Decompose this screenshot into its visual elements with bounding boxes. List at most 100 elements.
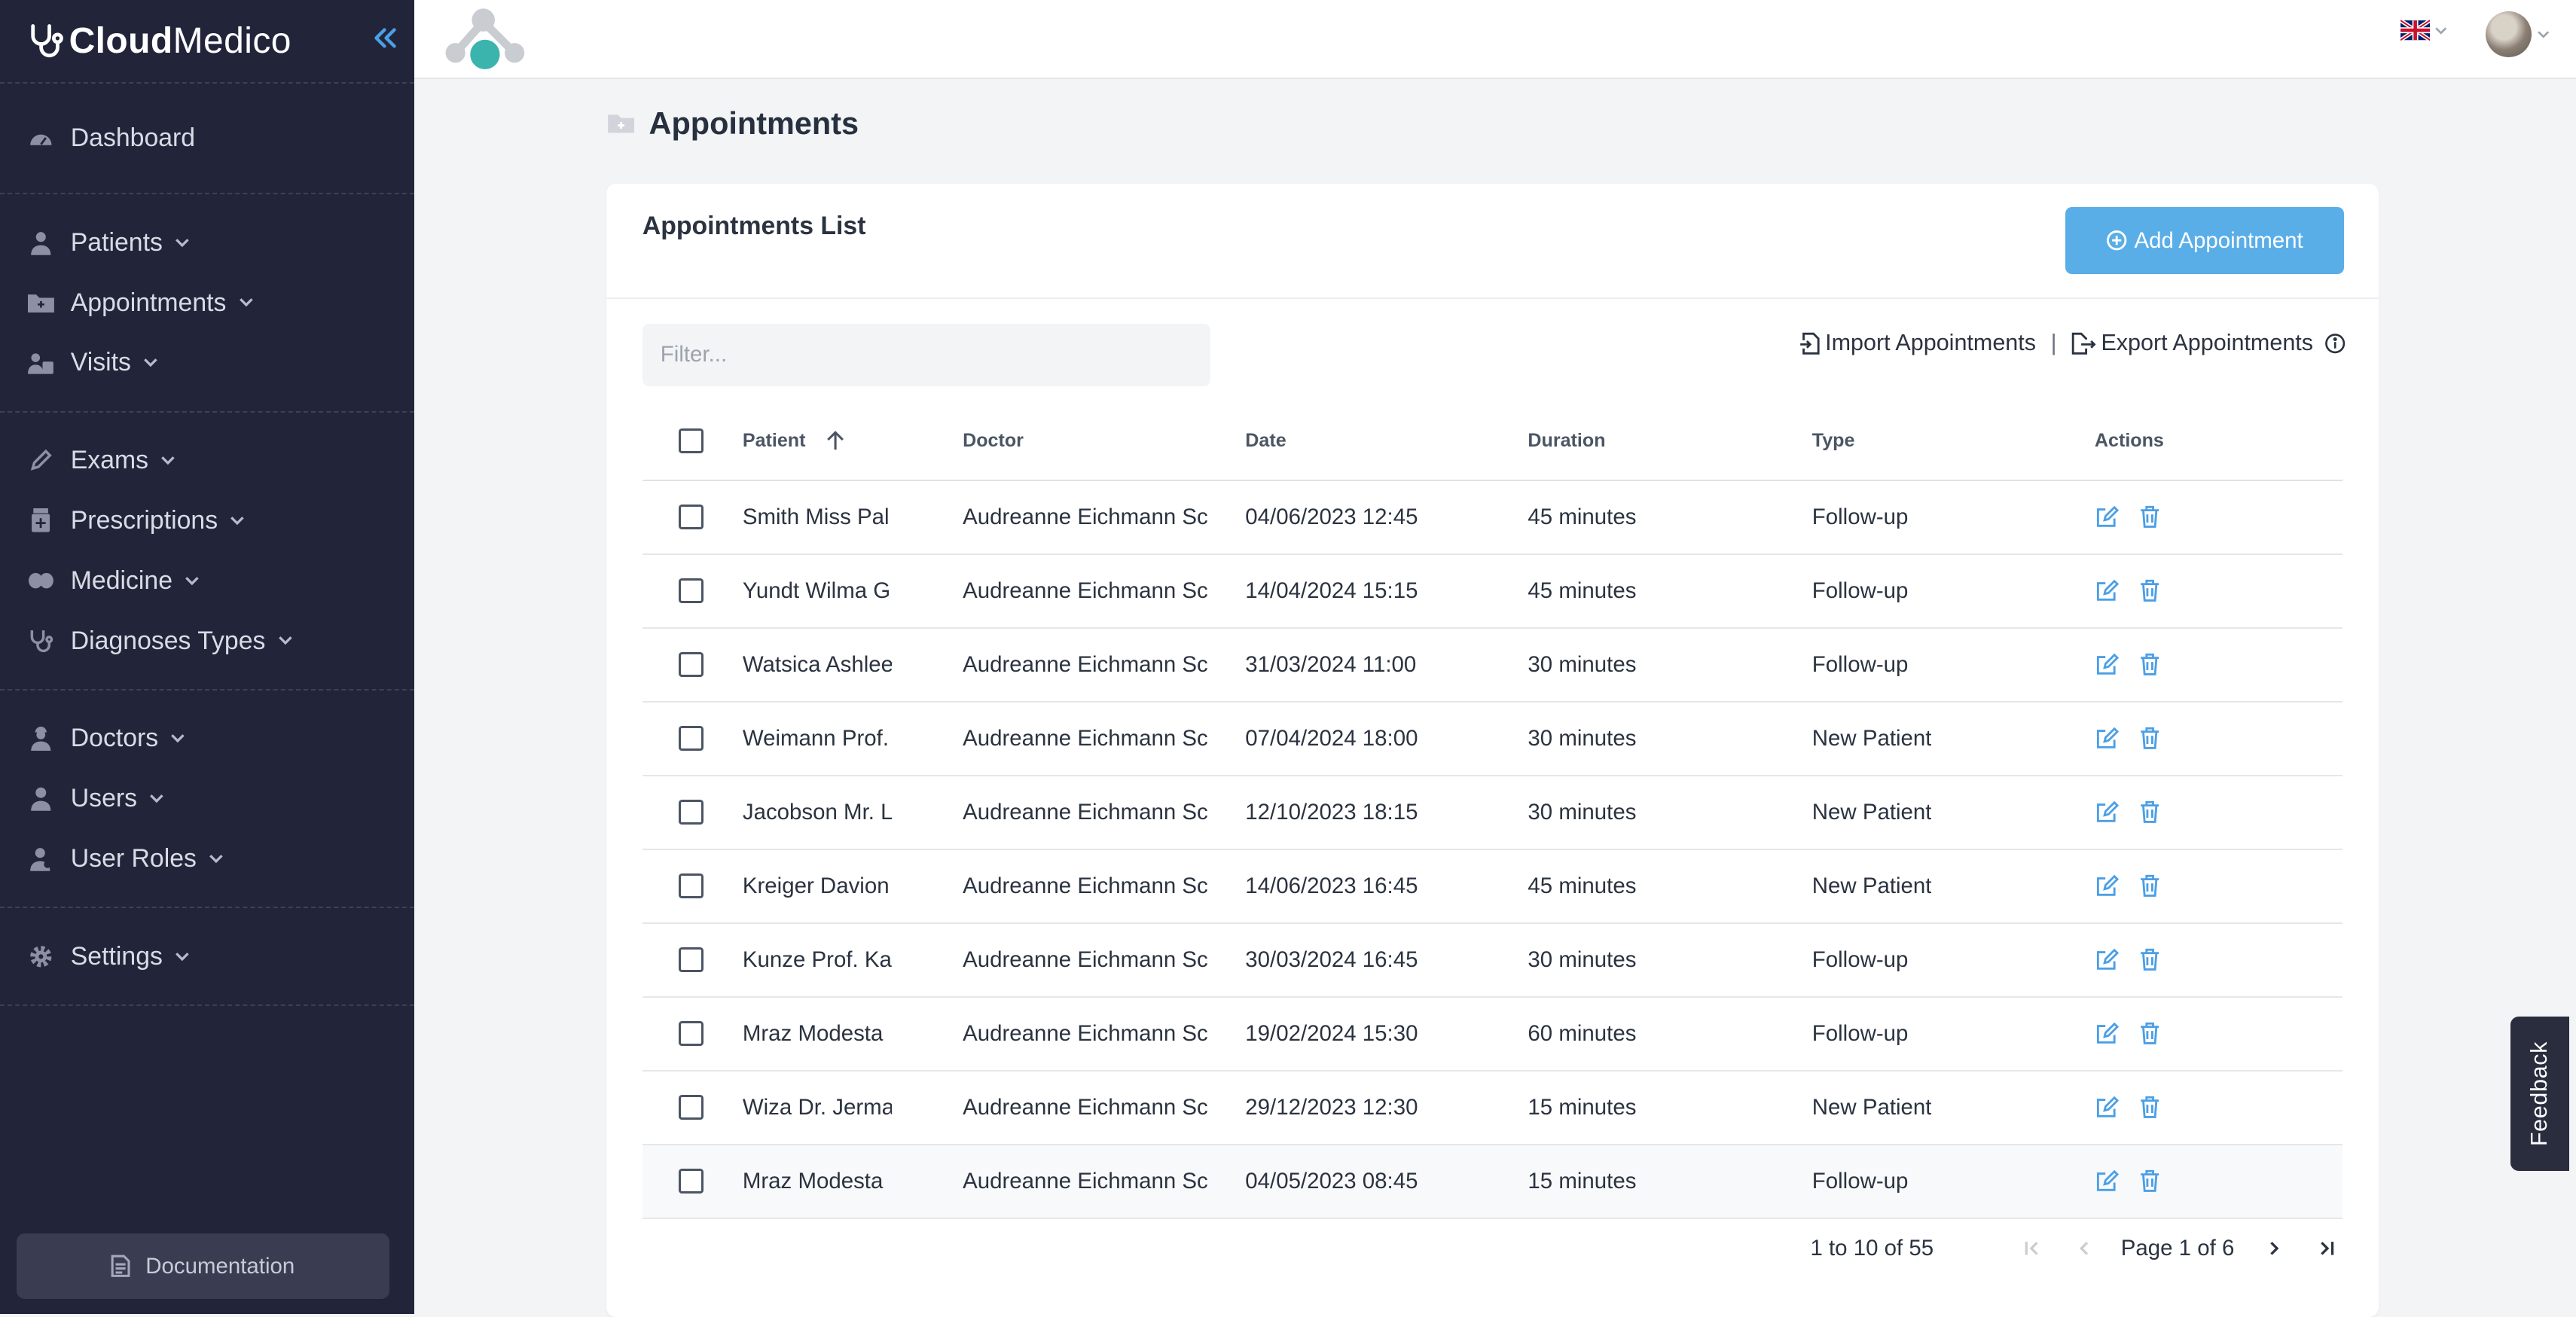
add-appointment-button[interactable]: Add Appointment xyxy=(2065,206,2345,275)
table-row[interactable]: Weimann Prof. Audreanne Eichmann Sc 07/04/… xyxy=(642,703,2343,776)
row-checkbox[interactable] xyxy=(678,1095,704,1120)
cell-type: New Patient xyxy=(1811,725,1932,751)
trash-icon[interactable] xyxy=(2139,726,2160,751)
edit-icon[interactable] xyxy=(2095,505,2120,529)
cell-type: Follow-up xyxy=(1811,504,1909,529)
column-header-label: Duration xyxy=(1528,430,1606,452)
edit-icon[interactable] xyxy=(2095,947,2120,972)
table-row[interactable]: Kreiger Davion Audreanne Eichmann Sc 14/06… xyxy=(642,850,2343,924)
documentation-label: Documentation xyxy=(145,1253,295,1279)
app-logo[interactable] xyxy=(441,5,530,71)
column-header-duration[interactable]: Duration xyxy=(1528,402,1605,480)
next-page-icon[interactable] xyxy=(2257,1240,2291,1257)
collapse-sidebar-icon[interactable] xyxy=(371,25,398,51)
edit-icon[interactable] xyxy=(2095,1169,2120,1194)
edit-icon[interactable] xyxy=(2095,800,2120,825)
file-export-icon xyxy=(2071,332,2096,355)
sidebar-item-diagnoses-types[interactable]: Diagnoses Types xyxy=(0,611,414,671)
row-checkbox[interactable] xyxy=(678,578,704,604)
brand: CloudMedico xyxy=(0,0,414,84)
import-appointments-button[interactable]: Import Appointments xyxy=(1799,330,2036,356)
chevron-down-icon xyxy=(208,853,224,864)
file-import-icon xyxy=(1799,332,1820,355)
row-checkbox[interactable] xyxy=(678,800,704,825)
sidebar-item-appointments[interactable]: Appointments xyxy=(0,273,414,333)
feedback-button[interactable]: Feedback xyxy=(2510,1017,2570,1172)
trash-icon[interactable] xyxy=(2139,505,2160,529)
language-selector[interactable] xyxy=(2400,20,2448,41)
trash-icon[interactable] xyxy=(2139,1095,2160,1120)
filter-input[interactable] xyxy=(642,323,1211,386)
edit-icon[interactable] xyxy=(2095,873,2120,898)
sidebar-item-visits[interactable]: Visits xyxy=(0,333,414,393)
column-header-doctor[interactable]: Doctor xyxy=(963,402,1209,480)
select-all-checkbox[interactable] xyxy=(678,428,704,453)
trash-icon[interactable] xyxy=(2139,578,2160,603)
row-checkbox[interactable] xyxy=(678,947,704,972)
trash-icon[interactable] xyxy=(2139,873,2160,898)
chevron-down-icon xyxy=(142,357,159,368)
row-checkbox[interactable] xyxy=(678,652,704,678)
sidebar-item-user-roles[interactable]: User Roles xyxy=(0,829,414,889)
sort-ascending-icon[interactable] xyxy=(826,430,845,451)
sidebar-item-prescriptions[interactable]: Prescriptions xyxy=(0,491,414,551)
table-row[interactable]: Wiza Dr. Jerma Audreanne Eichmann Sc 29/12… xyxy=(642,1072,2343,1145)
table-row[interactable]: Smith Miss Pal Audreanne Eichmann Sc 04/06… xyxy=(642,481,2343,555)
cell-date: 31/03/2024 11:00 xyxy=(1245,651,1417,677)
table-row[interactable]: Mraz Modesta Audreanne Eichmann Sc 04/05/2… xyxy=(642,1145,2343,1219)
sidebar-item-patients[interactable]: Patients xyxy=(0,212,414,273)
column-header-date[interactable]: Date xyxy=(1245,402,1286,480)
table-row[interactable]: Mraz Modesta Audreanne Eichmann Sc 19/02/2… xyxy=(642,998,2343,1072)
chevron-down-icon xyxy=(238,297,255,308)
cell-doctor: Audreanne Eichmann Sc xyxy=(963,873,1208,898)
trash-icon[interactable] xyxy=(2139,1021,2160,1046)
sidebar-item-medicine[interactable]: Medicine xyxy=(0,550,414,611)
edit-icon[interactable] xyxy=(2095,578,2120,603)
row-checkbox[interactable] xyxy=(678,505,704,530)
sidebar-item-label: Patients xyxy=(70,227,163,257)
user-menu[interactable] xyxy=(2486,11,2550,58)
row-checkbox[interactable] xyxy=(678,1169,704,1194)
documentation-button[interactable]: Documentation xyxy=(16,1233,389,1300)
column-header-type[interactable]: Type xyxy=(1812,402,1855,480)
cell-patient: Kunze Prof. Ka xyxy=(742,947,892,972)
edit-icon[interactable] xyxy=(2095,1095,2120,1120)
trash-icon[interactable] xyxy=(2139,1169,2160,1194)
table-row[interactable]: Yundt Wilma G Audreanne Eichmann Sc 14/04/… xyxy=(642,555,2343,629)
column-header-label: Patient xyxy=(742,430,806,452)
trash-icon[interactable] xyxy=(2139,947,2160,972)
chevron-down-icon xyxy=(2434,26,2447,35)
row-checkbox[interactable] xyxy=(678,1021,704,1046)
avatar[interactable] xyxy=(2486,11,2532,58)
row-checkbox[interactable] xyxy=(678,726,704,751)
sidebar-item-exams[interactable]: Exams xyxy=(0,431,414,491)
cell-date: 19/02/2024 15:30 xyxy=(1245,1020,1418,1046)
edit-icon[interactable] xyxy=(2095,726,2120,751)
cell-type: Follow-up xyxy=(1811,947,1909,972)
last-page-icon[interactable] xyxy=(2310,1240,2343,1257)
cell-type: Follow-up xyxy=(1811,1168,1909,1194)
sidebar-item-users[interactable]: Users xyxy=(0,769,414,829)
cell-duration: 15 minutes xyxy=(1528,1094,1637,1120)
column-header-patient[interactable]: Patient xyxy=(743,402,845,480)
sidebar-item-settings[interactable]: Settings xyxy=(0,926,414,986)
sidebar-item-label: User Roles xyxy=(70,844,197,873)
edit-icon[interactable] xyxy=(2095,652,2120,677)
sidebar-item-dashboard[interactable]: Dashboard xyxy=(0,108,414,169)
row-checkbox[interactable] xyxy=(678,873,704,899)
export-appointments-button[interactable]: Export Appointments xyxy=(2071,330,2313,356)
previous-page-icon[interactable] xyxy=(2068,1240,2101,1257)
chevron-down-icon xyxy=(277,635,294,646)
trash-icon[interactable] xyxy=(2139,652,2160,677)
edit-icon[interactable] xyxy=(2095,1021,2120,1046)
nav-group: Doctors Users User Roles xyxy=(0,691,414,909)
first-page-icon[interactable] xyxy=(2016,1240,2049,1257)
trash-icon[interactable] xyxy=(2139,800,2160,825)
table-row[interactable]: Kunze Prof. Ka Audreanne Eichmann Sc 30/03… xyxy=(642,924,2343,998)
sidebar-item-doctors[interactable]: Doctors xyxy=(0,709,414,769)
chevron-down-icon xyxy=(174,237,191,248)
table-row[interactable]: Jacobson Mr. L Audreanne Eichmann Sc 12/10… xyxy=(642,776,2343,850)
brand-name[interactable]: CloudMedico xyxy=(69,20,291,62)
info-icon[interactable] xyxy=(2324,333,2346,354)
table-row[interactable]: Watsica Ashlee Audreanne Eichmann Sc 31/03… xyxy=(642,629,2343,703)
